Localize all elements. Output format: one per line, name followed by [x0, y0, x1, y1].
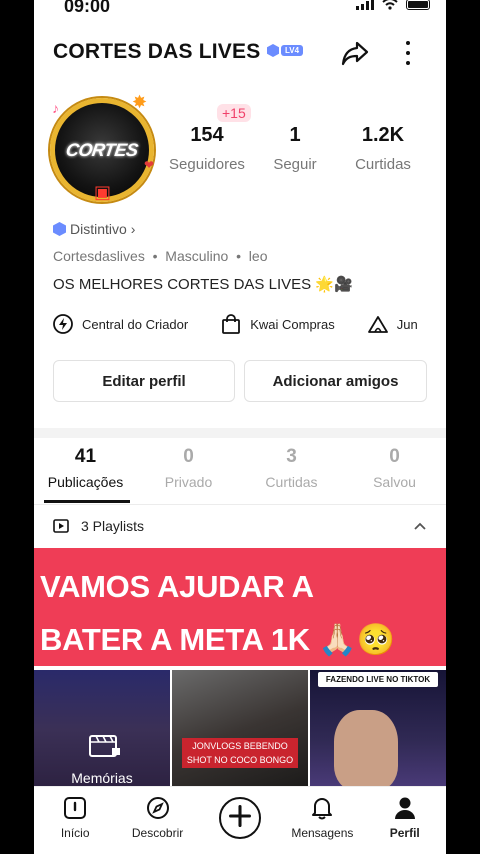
- nav-inicio[interactable]: Início: [39, 795, 111, 840]
- level-hex-icon: [267, 44, 279, 57]
- profile-gender: Masculino: [165, 248, 229, 264]
- video-caption: JONVLOGS BEBENDO SHOT NO COCO BONGO: [182, 738, 298, 768]
- distintivo-label: Distintivo: [70, 221, 127, 237]
- distintivo-link[interactable]: Distintivo ›: [53, 221, 135, 237]
- home-icon: [64, 797, 87, 819]
- tab-privado[interactable]: 0 Privado: [137, 446, 240, 502]
- tabs-divider: [34, 504, 446, 505]
- thumbnail-face: [334, 710, 398, 790]
- tab-publicacoes[interactable]: 41 Publicações: [34, 446, 137, 502]
- dot-separator: •: [232, 248, 245, 264]
- profile-bio: OS MELHORES CORTES DAS LIVES 🌟🎥: [53, 276, 353, 293]
- status-time: 09:00: [64, 0, 111, 16]
- tab-label: Salvou: [373, 474, 416, 490]
- profile-meta: Cortesdaslives • Masculino • leo: [53, 248, 267, 264]
- video-thumbnail[interactable]: JONVLOGS BEBENDO SHOT NO COCO BONGO: [172, 670, 308, 790]
- status-icons: [356, 0, 430, 10]
- nav-create[interactable]: [204, 795, 276, 839]
- level-badge[interactable]: LV4: [267, 44, 304, 57]
- share-icon[interactable]: [338, 36, 372, 70]
- tab-count: 41: [74, 446, 97, 467]
- compass-icon: [146, 797, 169, 819]
- stat-label: Curtidas: [355, 156, 411, 173]
- edit-profile-button[interactable]: Editar perfil: [53, 360, 235, 402]
- memories-icon: [89, 735, 120, 757]
- profile-screen: 09:00 CORTES DAS LIVES LV4 CORTES ♪ ✸ ❤ …: [34, 0, 446, 854]
- link-kwai-compras[interactable]: Kwai Compras: [220, 313, 335, 335]
- tab-count: 3: [286, 446, 297, 467]
- star-icon: ✸: [132, 92, 148, 112]
- content-tabs: 41 Publicações 0 Privado 3 Curtidas 0 Sa…: [34, 446, 446, 502]
- dot-separator: •: [148, 248, 162, 264]
- add-friends-button[interactable]: Adicionar amigos: [244, 360, 427, 402]
- chevron-up-icon[interactable]: [412, 518, 428, 534]
- stat-value: 1.2K: [361, 124, 405, 146]
- video-caption: FAZENDO LIVE NO TIKTOK: [318, 672, 438, 687]
- tab-curtidas[interactable]: 3 Curtidas: [240, 446, 343, 502]
- bottom-nav: Início Descobrir Mensagens Perfil: [34, 786, 446, 854]
- nav-perfil[interactable]: Perfil: [369, 795, 441, 840]
- new-followers-badge: +15: [217, 104, 251, 122]
- nav-descobrir[interactable]: Descobrir: [122, 795, 194, 840]
- banner-line-1: VAMOS AJUDAR A: [40, 569, 314, 604]
- link-label: Kwai Compras: [250, 316, 335, 332]
- link-label: Jun: [396, 316, 418, 332]
- status-bar: 09:00: [34, 0, 446, 18]
- nav-label: Descobrir: [131, 826, 184, 840]
- bell-icon: [312, 798, 333, 820]
- link-label: Central do Criador: [82, 316, 189, 332]
- link-central-do-criador[interactable]: Central do Criador: [52, 313, 188, 335]
- banner-line-2: BATER A META 1K 🙏🏻🥺: [40, 622, 395, 657]
- nav-label: Início: [60, 826, 90, 840]
- more-options-icon[interactable]: [396, 38, 420, 68]
- signal-icon: [356, 0, 374, 10]
- link-jun[interactable]: Jun: [367, 313, 418, 335]
- shopping-bag-icon: [222, 314, 241, 334]
- profile-title: CORTES DAS LIVES: [53, 40, 261, 63]
- tab-salvou[interactable]: 0 Salvou: [343, 446, 446, 502]
- person-icon: [394, 797, 415, 819]
- tent-icon: [367, 316, 388, 333]
- tab-count: 0: [183, 446, 194, 467]
- music-note-icon: ♪: [52, 100, 59, 116]
- chevron-right-icon: ›: [130, 221, 136, 237]
- stat-likes[interactable]: 1.2K Curtidas: [328, 124, 438, 173]
- memories-label: Memórias: [71, 770, 133, 786]
- avatar[interactable]: CORTES ♪ ✸ ❤ ▣: [48, 92, 156, 204]
- profile-username: Cortesdaslives: [53, 248, 145, 264]
- wifi-icon: [382, 0, 398, 10]
- active-tab-indicator: [44, 500, 130, 503]
- camera-icon: ▣: [94, 182, 112, 202]
- promo-banner: VAMOS AJUDAR A BATER A META 1K 🙏🏻🥺: [34, 548, 446, 666]
- tab-label: Publicações: [47, 474, 124, 490]
- tab-label: Privado: [164, 474, 213, 490]
- nav-label: Mensagens: [291, 826, 354, 840]
- tab-label: Curtidas: [265, 474, 318, 490]
- lightning-icon: [53, 314, 73, 334]
- playlists-row[interactable]: 3 Playlists: [53, 518, 144, 534]
- playlists-label: 3 Playlists: [81, 518, 145, 534]
- profile-extra: leo: [248, 248, 268, 264]
- profile-header: CORTES DAS LIVES LV4: [34, 36, 446, 70]
- badge-hex-icon: [53, 222, 66, 236]
- video-thumbnail-memories[interactable]: Memórias: [34, 670, 170, 790]
- tab-count: 0: [389, 446, 400, 467]
- avatar-logo-text: CORTES: [64, 139, 140, 160]
- battery-icon: [406, 0, 430, 10]
- video-thumbnail[interactable]: FAZENDO LIVE NO TIKTOK: [310, 670, 446, 790]
- nav-mensagens[interactable]: Mensagens: [286, 795, 358, 840]
- plus-icon: [218, 797, 261, 839]
- playlist-icon: [53, 519, 69, 533]
- creator-links: Central do Criador Kwai Compras Jun: [52, 313, 446, 335]
- nav-label: Perfil: [389, 826, 420, 840]
- level-label: LV4: [281, 45, 304, 56]
- section-divider: [34, 428, 446, 438]
- video-grid: Memórias JONVLOGS BEBENDO SHOT NO COCO B…: [34, 670, 446, 790]
